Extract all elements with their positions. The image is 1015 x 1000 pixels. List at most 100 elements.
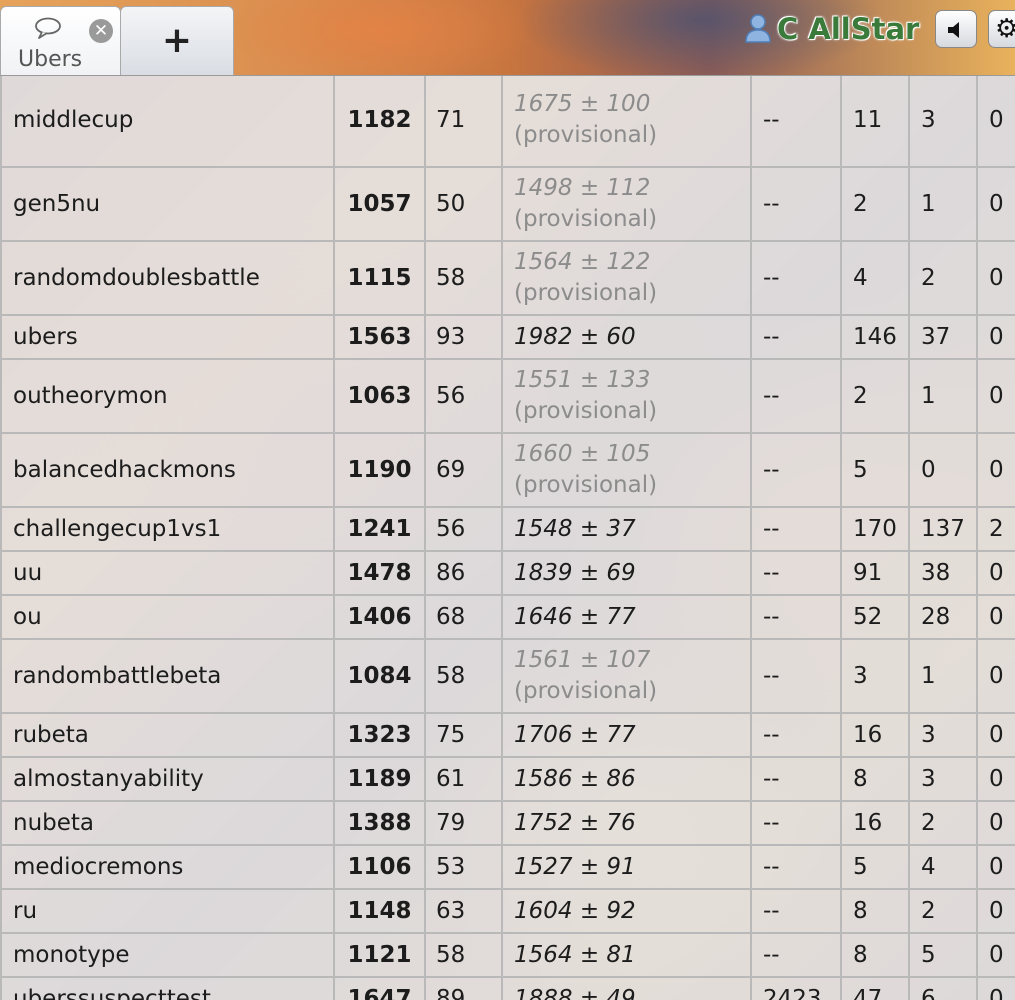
username[interactable]: C AllStar bbox=[777, 12, 919, 46]
settings-button[interactable]: ⚙ bbox=[988, 10, 1015, 48]
ties-cell: 0 bbox=[976, 756, 1015, 802]
plus-icon: + bbox=[161, 20, 193, 61]
losses-cell: 137 bbox=[908, 506, 978, 552]
glicko-cell: 1982 ± 60 bbox=[501, 314, 752, 360]
elo-cell: 1323 bbox=[333, 712, 426, 758]
elo-cell: 1241 bbox=[333, 506, 426, 552]
table-row: randomdoublesbattle 1115 58 1564 ± 122 (prov… bbox=[0, 240, 1015, 316]
elo-cell: 1148 bbox=[333, 888, 426, 934]
ties-cell: 0 bbox=[976, 800, 1015, 846]
losses-cell: 3 bbox=[908, 76, 978, 168]
glicko-cell: 1498 ± 112 (provisional) bbox=[501, 166, 752, 242]
table-row: rubeta 1323 75 1706 ± 77 -- 16 3 0 bbox=[0, 712, 1015, 758]
gxe-cell: 79 bbox=[424, 800, 503, 846]
provisional-label: (provisional) bbox=[514, 280, 658, 306]
gxe-cell: 61 bbox=[424, 756, 503, 802]
table-row: uu 1478 86 1839 ± 69 -- 91 38 0 bbox=[0, 550, 1015, 596]
ties-cell: 0 bbox=[976, 638, 1015, 714]
glicko-cell: 1586 ± 86 bbox=[501, 756, 752, 802]
gxe-cell: 93 bbox=[424, 314, 503, 360]
glicko-value: 1675 ± 100 bbox=[514, 91, 651, 117]
glicko-cell: 1660 ± 105 (provisional) bbox=[501, 432, 752, 508]
wins-cell: 5 bbox=[840, 432, 910, 508]
provisional-label: (provisional) bbox=[514, 206, 658, 232]
glicko-value: 1586 ± 86 bbox=[514, 765, 636, 792]
format-cell: uberssuspecttest bbox=[0, 976, 335, 1000]
elo-cell: 1115 bbox=[333, 240, 426, 316]
format-cell: challengecup1vs1 bbox=[0, 506, 335, 552]
wins-cell: 16 bbox=[840, 800, 910, 846]
table-row: ubers 1563 93 1982 ± 60 -- 146 37 0 bbox=[0, 314, 1015, 360]
format-cell: outheorymon bbox=[0, 358, 335, 434]
elo-cell: 1106 bbox=[333, 844, 426, 890]
glicko-value: 1564 ± 122 bbox=[514, 249, 651, 275]
coil-cell: 2423 bbox=[750, 976, 842, 1000]
elo-cell: 1189 bbox=[333, 756, 426, 802]
speaker-icon bbox=[948, 22, 959, 38]
format-cell: mediocremons bbox=[0, 844, 335, 890]
table-row: ou 1406 68 1646 ± 77 -- 52 28 0 bbox=[0, 594, 1015, 640]
new-tab-button[interactable]: + bbox=[120, 6, 234, 76]
format-cell: monotype bbox=[0, 932, 335, 978]
ties-cell: 0 bbox=[976, 550, 1015, 596]
format-cell: gen5nu bbox=[0, 166, 335, 242]
wins-cell: 52 bbox=[840, 594, 910, 640]
ties-cell: 0 bbox=[976, 888, 1015, 934]
close-icon[interactable]: ✕ bbox=[89, 19, 113, 43]
format-cell: ru bbox=[0, 888, 335, 934]
table-row: ru 1148 63 1604 ± 92 -- 8 2 0 bbox=[0, 888, 1015, 934]
wins-cell: 4 bbox=[840, 240, 910, 316]
glicko-value: 1527 ± 91 bbox=[514, 853, 636, 880]
coil-cell: -- bbox=[750, 166, 842, 242]
losses-cell: 2 bbox=[908, 888, 978, 934]
gxe-cell: 86 bbox=[424, 550, 503, 596]
wins-cell: 2 bbox=[840, 358, 910, 434]
elo-cell: 1182 bbox=[333, 76, 426, 168]
gxe-cell: 69 bbox=[424, 432, 503, 508]
glicko-value: 1706 ± 77 bbox=[514, 721, 636, 748]
table-row: uberssuspecttest 1647 89 1888 ± 49 2423 47 6 0 bbox=[0, 976, 1015, 1000]
ties-cell: 0 bbox=[976, 432, 1015, 508]
table-row: almostanyability 1189 61 1586 ± 86 -- 8 3 0 bbox=[0, 756, 1015, 802]
coil-cell: -- bbox=[750, 712, 842, 758]
glicko-cell: 1564 ± 122 (provisional) bbox=[501, 240, 752, 316]
coil-cell: -- bbox=[750, 240, 842, 316]
table-row: nubeta 1388 79 1752 ± 76 -- 16 2 0 bbox=[0, 800, 1015, 846]
losses-cell: 3 bbox=[908, 756, 978, 802]
wins-cell: 170 bbox=[840, 506, 910, 552]
elo-cell: 1190 bbox=[333, 432, 426, 508]
losses-cell: 1 bbox=[908, 358, 978, 434]
glicko-cell: 1604 ± 92 bbox=[501, 888, 752, 934]
gxe-cell: 56 bbox=[424, 358, 503, 434]
user-icon bbox=[745, 14, 771, 43]
losses-cell: 2 bbox=[908, 800, 978, 846]
wins-cell: 8 bbox=[840, 756, 910, 802]
format-cell: randombattlebeta bbox=[0, 638, 335, 714]
format-cell: uu bbox=[0, 550, 335, 596]
wins-cell: 8 bbox=[840, 932, 910, 978]
gear-icon: ⚙ bbox=[995, 14, 1015, 44]
losses-cell: 28 bbox=[908, 594, 978, 640]
coil-cell: -- bbox=[750, 844, 842, 890]
tab-ubers[interactable]: Ubers ✕ bbox=[0, 6, 121, 76]
ties-cell: 2 bbox=[976, 506, 1015, 552]
coil-cell: -- bbox=[750, 358, 842, 434]
format-cell: middlecup bbox=[0, 76, 335, 168]
ties-cell: 0 bbox=[976, 76, 1015, 168]
glicko-value: 1548 ± 37 bbox=[514, 515, 636, 542]
wins-cell: 5 bbox=[840, 844, 910, 890]
coil-cell: -- bbox=[750, 888, 842, 934]
provisional-label: (provisional) bbox=[514, 472, 658, 498]
table-row: challengecup1vs1 1241 56 1548 ± 37 -- 170 137 2 bbox=[0, 506, 1015, 552]
elo-cell: 1057 bbox=[333, 166, 426, 242]
tab-label: Ubers bbox=[18, 47, 83, 72]
ties-cell: 0 bbox=[976, 976, 1015, 1000]
glicko-value: 1561 ± 107 bbox=[514, 647, 651, 673]
wins-cell: 2 bbox=[840, 166, 910, 242]
coil-cell: -- bbox=[750, 800, 842, 846]
table-row: monotype 1121 58 1564 ± 81 -- 8 5 0 bbox=[0, 932, 1015, 978]
ties-cell: 0 bbox=[976, 358, 1015, 434]
sound-button[interactable] bbox=[935, 10, 977, 48]
ties-cell: 0 bbox=[976, 594, 1015, 640]
losses-cell: 6 bbox=[908, 976, 978, 1000]
